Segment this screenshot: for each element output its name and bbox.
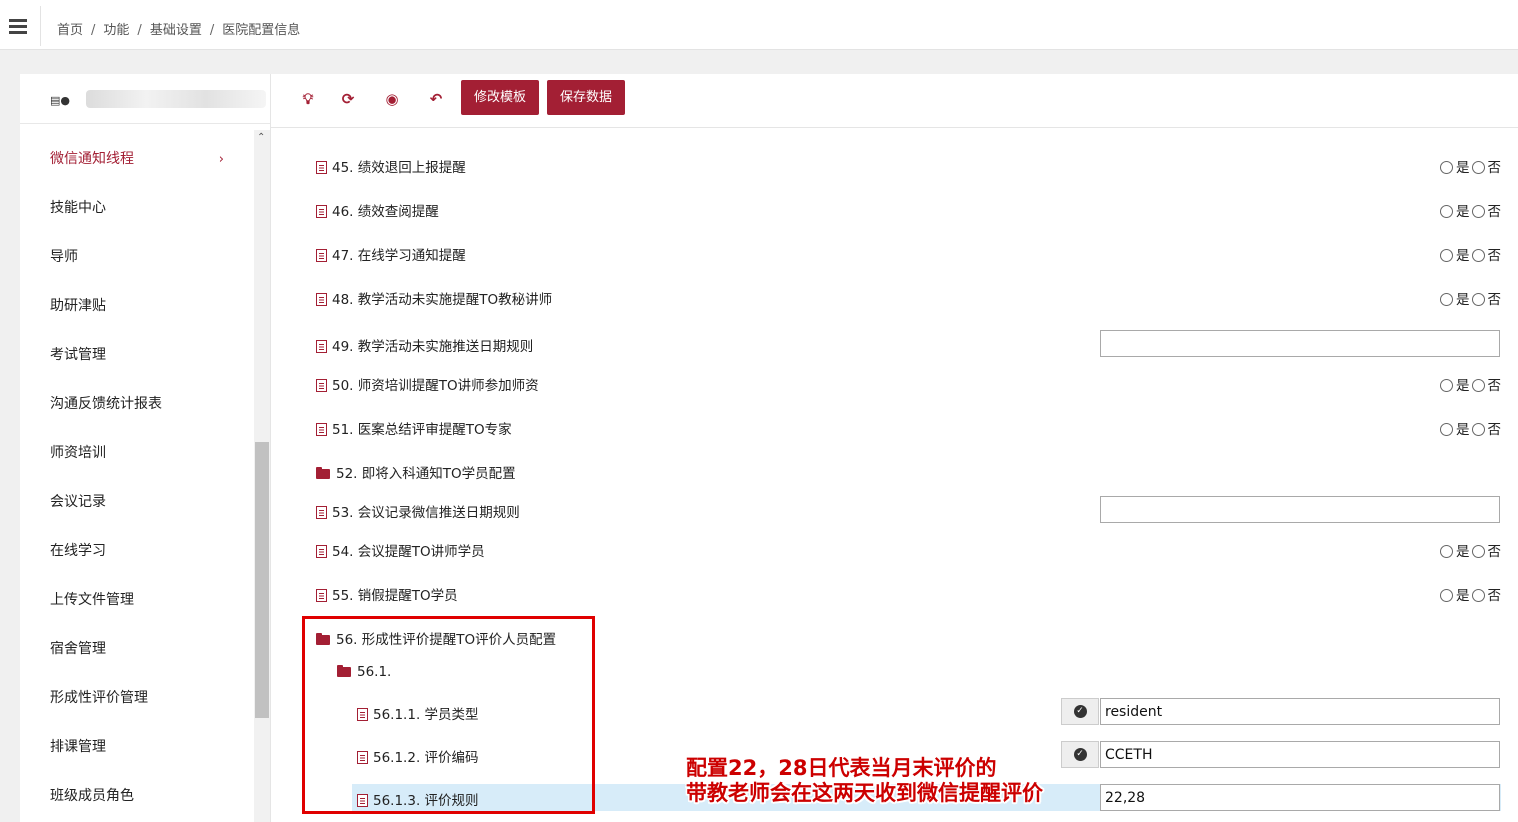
radio-yes[interactable] bbox=[1440, 379, 1453, 392]
sidebar-item-exam[interactable]: 考试管理 bbox=[20, 331, 254, 380]
check-circle-icon: ✓ bbox=[1073, 705, 1087, 718]
chevron-right-icon: › bbox=[218, 152, 224, 167]
setting-label: 53. 会议记录微信推送日期规则 bbox=[332, 505, 520, 521]
eye-slash-icon[interactable]: ◉ bbox=[382, 89, 402, 109]
file-icon bbox=[316, 161, 327, 174]
radio-no[interactable] bbox=[1471, 423, 1485, 436]
undo-icon[interactable]: ↶ bbox=[426, 89, 446, 109]
radio-yes[interactable] bbox=[1440, 423, 1453, 436]
scroll-up-icon[interactable]: ⌃ bbox=[257, 132, 265, 143]
file-icon bbox=[316, 589, 327, 602]
radio-no[interactable] bbox=[1471, 545, 1485, 558]
breadcrumb-hospital-config: 医院配置信息 bbox=[222, 23, 301, 38]
divider bbox=[40, 6, 41, 46]
meeting-date-rule-input[interactable] bbox=[1100, 496, 1500, 523]
sidebar-item-dormitory[interactable]: 宿舍管理 bbox=[20, 625, 254, 674]
radio-no[interactable] bbox=[1471, 379, 1485, 392]
radio-no[interactable] bbox=[1471, 589, 1485, 602]
radio-no[interactable] bbox=[1471, 249, 1485, 262]
radio-yes[interactable] bbox=[1440, 589, 1453, 602]
annotation-line-1: 配置22，28日代表当月末评价的 bbox=[686, 756, 997, 780]
setting-label: 52. 即将入科通知TO学员配置 bbox=[336, 466, 516, 482]
blurred-hospital-name bbox=[86, 90, 266, 108]
file-icon bbox=[316, 293, 327, 306]
sidebar-scrollbar[interactable]: ⌃ bbox=[254, 130, 270, 822]
eval-code-input[interactable] bbox=[1100, 741, 1500, 768]
annotation-red-box bbox=[302, 616, 595, 814]
radio-yes[interactable] bbox=[1440, 249, 1453, 262]
radio-yes[interactable] bbox=[1440, 161, 1453, 174]
file-icon bbox=[316, 249, 327, 262]
menu-icon[interactable] bbox=[9, 19, 27, 34]
setting-label: 46. 绩效查阅提醒 bbox=[332, 204, 439, 220]
check-addon[interactable]: ✓ bbox=[1061, 698, 1099, 725]
top-bar: 首页 / 功能 / 基础设置 / 医院配置信息 bbox=[0, 0, 1518, 50]
check-addon[interactable]: ✓ bbox=[1061, 741, 1099, 768]
sidebar-item-online-learning[interactable]: 在线学习 bbox=[20, 527, 254, 576]
file-icon bbox=[316, 379, 327, 392]
annotation-text: 配置22，28日代表当月末评价的 带教老师会在这两天收到微信提醒评价 bbox=[686, 756, 1043, 806]
radio-no[interactable] bbox=[1471, 205, 1485, 218]
breadcrumb-function[interactable]: 功能 bbox=[103, 23, 129, 38]
yes-no-radio: 是否 bbox=[1438, 288, 1501, 308]
setting-label: 48. 教学活动未实施提醒TO教秘讲师 bbox=[332, 292, 553, 308]
bulb-icon[interactable]: 💡︎ bbox=[298, 89, 318, 109]
save-data-button[interactable]: 保存数据 bbox=[547, 80, 626, 115]
sidebar-item-research-allowance[interactable]: 助研津贴 bbox=[20, 282, 254, 331]
sidebar-logo: ▤● bbox=[50, 94, 70, 107]
file-icon bbox=[316, 423, 327, 436]
file-icon bbox=[316, 205, 327, 218]
setting-label: 49. 教学活动未实施推送日期规则 bbox=[332, 339, 534, 355]
sidebar-item-mentor[interactable]: 导师 bbox=[20, 233, 254, 282]
eval-rule-input[interactable] bbox=[1100, 784, 1500, 811]
sidebar-item-teacher-training[interactable]: 师资培训 bbox=[20, 429, 254, 478]
sidebar-item-formative-eval[interactable]: 形成性评价管理 bbox=[20, 674, 254, 723]
sidebar-menu: 微信通知线程 › 技能中心 导师 助研津贴 考试管理 沟通反馈统计报表 师资培训 … bbox=[20, 135, 254, 821]
toolbar: 💡︎ ⟳ ◉ ↶ 修改模板 保存数据 bbox=[271, 74, 1518, 128]
sidebar-item-meeting-records[interactable]: 会议记录 bbox=[20, 478, 254, 527]
radio-yes[interactable] bbox=[1440, 293, 1453, 306]
yes-no-radio: 是否 bbox=[1438, 244, 1501, 264]
radio-yes[interactable] bbox=[1440, 205, 1453, 218]
setting-label: 50. 师资培训提醒TO讲师参加师资 bbox=[332, 378, 539, 394]
date-rule-input[interactable] bbox=[1100, 330, 1500, 357]
radio-yes[interactable] bbox=[1440, 545, 1453, 558]
setting-label: 51. 医案总结评审提醒TO专家 bbox=[332, 422, 512, 438]
setting-label: 54. 会议提醒TO讲师学员 bbox=[332, 544, 485, 560]
student-type-input[interactable] bbox=[1100, 698, 1500, 725]
sidebar-item-scheduling[interactable]: 排课管理 bbox=[20, 723, 254, 772]
radio-no[interactable] bbox=[1471, 293, 1485, 306]
yes-no-radio: 是否 bbox=[1438, 156, 1501, 176]
sidebar-item-wechat-notify[interactable]: 微信通知线程 › bbox=[20, 135, 254, 184]
yes-no-radio: 是否 bbox=[1438, 584, 1501, 604]
sidebar-item-class-roles[interactable]: 班级成员角色 bbox=[20, 772, 254, 821]
radio-no[interactable] bbox=[1471, 161, 1485, 174]
yes-no-radio: 是否 bbox=[1438, 200, 1501, 220]
edit-template-button[interactable]: 修改模板 bbox=[461, 80, 540, 115]
scrollbar-thumb[interactable] bbox=[255, 442, 269, 718]
annotation-line-2: 带教老师会在这两天收到微信提醒评价 bbox=[686, 781, 1043, 805]
setting-label: 45. 绩效退回上报提醒 bbox=[332, 160, 466, 176]
sidebar-item-feedback-report[interactable]: 沟通反馈统计报表 bbox=[20, 380, 254, 429]
check-circle-icon: ✓ bbox=[1073, 748, 1087, 761]
yes-no-radio: 是否 bbox=[1438, 374, 1501, 394]
file-icon bbox=[316, 340, 327, 353]
sidebar-item-file-upload[interactable]: 上传文件管理 bbox=[20, 576, 254, 625]
sidebar-item-skill-center[interactable]: 技能中心 bbox=[20, 184, 254, 233]
sidebar-header: ▤● bbox=[20, 74, 270, 124]
breadcrumb: 首页 / 功能 / 基础设置 / 医院配置信息 bbox=[57, 23, 301, 38]
refresh-icon[interactable]: ⟳ bbox=[338, 89, 358, 109]
yes-no-radio: 是否 bbox=[1438, 418, 1501, 438]
file-icon bbox=[316, 506, 327, 519]
yes-no-radio: 是否 bbox=[1438, 540, 1501, 560]
folder-icon bbox=[316, 467, 330, 479]
breadcrumb-basic-settings[interactable]: 基础设置 bbox=[150, 23, 202, 38]
setting-label: 55. 销假提醒TO学员 bbox=[332, 588, 458, 604]
setting-label: 47. 在线学习通知提醒 bbox=[332, 248, 466, 264]
file-icon bbox=[316, 545, 327, 558]
sidebar: ▤● 微信通知线程 › 技能中心 导师 助研津贴 考试管理 沟通反馈统计报表 师资… bbox=[20, 74, 270, 822]
breadcrumb-home[interactable]: 首页 bbox=[57, 23, 83, 38]
